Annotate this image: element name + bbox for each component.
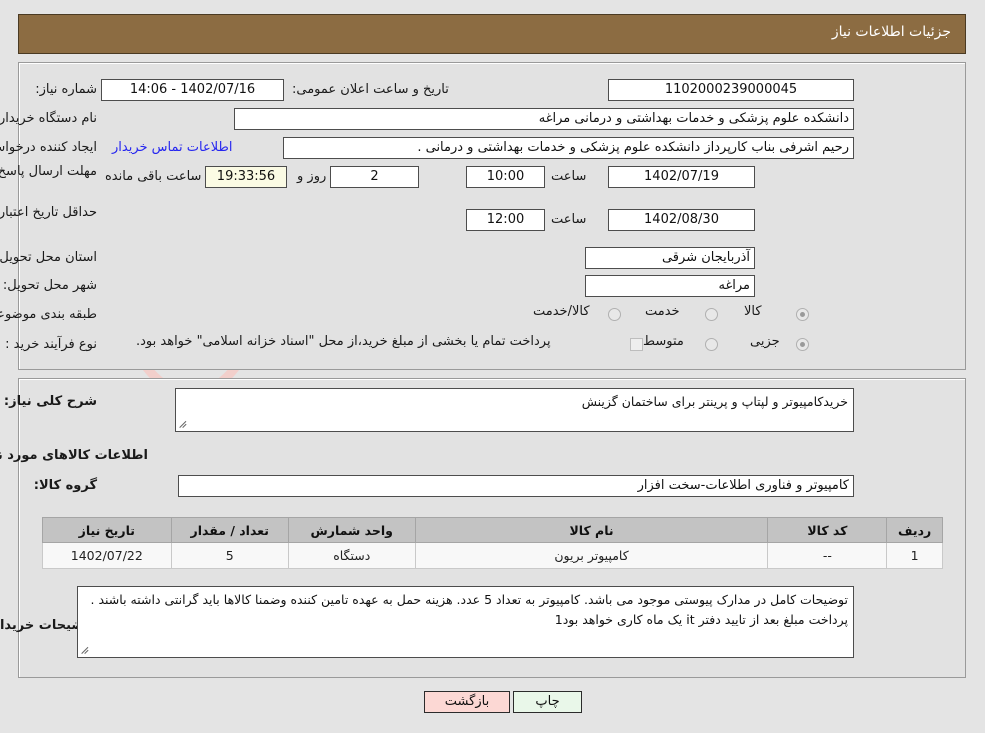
goods-table: ردیف کد کالا نام کالا واحد شمارش تعداد /… (42, 517, 943, 569)
response-deadline-label: مهلت ارسال پاسخ: تا تاریخ: (0, 164, 97, 179)
price-validity-hour-label: ساعت (551, 212, 587, 227)
buyer-org-label: نام دستگاه خریدار: (0, 111, 97, 126)
col-header-nam-kala: نام کالا (414, 517, 769, 543)
cell-tarikh: 1402/07/22 (42, 542, 172, 569)
remaining-time-suffix-label: ساعت باقی مانده (105, 169, 202, 184)
radio-process-motevaset[interactable] (705, 338, 718, 351)
price-validity-label: حداقل تاریخ اعتبار قیمت: تا تاریخ: (0, 205, 97, 220)
buyer-notes-resize-grip[interactable] (81, 645, 91, 655)
col-header-vahed: واحد شمارش (287, 517, 416, 543)
requester-value: رحیم اشرفی بناب کارپرداز دانشکده علوم پز… (283, 137, 854, 159)
remaining-time-timer: 19:33:56 (205, 166, 287, 188)
city-value: مراغه (585, 275, 755, 297)
cell-kod-kala: -- (767, 542, 888, 569)
radio-category-khedmat-label: خدمت (645, 304, 680, 319)
goods-info-title: اطلاعات کالاهای مورد نیاز (0, 448, 148, 463)
announce-datetime-label: تاریخ و ساعت اعلان عمومی: (292, 82, 449, 97)
radio-category-kala-khedmat[interactable] (608, 308, 621, 321)
print-button[interactable]: چاپ (513, 691, 582, 713)
table-row: 1 -- کامپیوتر بریون دستگاه 5 1402/07/22 (42, 542, 943, 569)
page-title: جزئیات اطلاعات نیاز (831, 24, 951, 40)
general-desc-textarea[interactable]: خریدکامپیوتر و لپتاپ و پرینتر برای ساختم… (175, 388, 854, 432)
page-header-bar: جزئیات اطلاعات نیاز (18, 14, 966, 54)
province-value: آذربایجان شرقی (585, 247, 755, 269)
response-deadline-hour-label: ساعت (551, 169, 587, 184)
response-deadline-hour: 10:00 (466, 166, 545, 188)
checkbox-treasury-docs[interactable] (630, 338, 643, 351)
requester-label: ایجاد کننده درخواست: (0, 140, 97, 155)
col-header-kod-kala: کد کالا (767, 517, 888, 543)
col-header-tedad: تعداد / مقدار (170, 517, 289, 543)
table-header-row: ردیف کد کالا نام کالا واحد شمارش تعداد /… (42, 517, 943, 543)
need-number-label: شماره نیاز: (35, 82, 97, 97)
radio-process-jozi[interactable] (796, 338, 809, 351)
radio-category-kala-khedmat-label: کالا/خدمت (533, 304, 590, 319)
remaining-days-value: 2 (330, 166, 419, 188)
general-desc-resize-grip[interactable] (179, 419, 189, 429)
price-validity-date: 1402/08/30 (608, 209, 755, 231)
need-number-value: 1102000239000045 (608, 79, 854, 101)
process-type-label: نوع فرآیند خرید : (5, 337, 97, 352)
page-root: AriaTender.net جزئیات اطلاعات نیاز شماره… (0, 0, 985, 733)
goods-group-value: کامپیوتر و فناوری اطلاعات-سخت افزار (178, 475, 854, 497)
cell-tedad: 5 (170, 542, 289, 569)
buyer-contact-link[interactable]: اطلاعات تماس خریدار (112, 140, 232, 155)
city-label: شهر محل تحویل: (2, 278, 97, 293)
cell-radif: 1 (886, 542, 943, 569)
back-button[interactable]: بازگشت (424, 691, 510, 713)
goods-group-label: گروه کالا: (33, 478, 97, 493)
province-label: استان محل تحویل: (0, 250, 97, 265)
announce-datetime-value: 1402/07/16 - 14:06 (101, 79, 284, 101)
cell-nam-kala: کامپیوتر بریون (414, 542, 769, 569)
radio-category-kala-label: کالا (744, 304, 762, 319)
buyer-notes-textarea[interactable]: توضیحات کامل در مدارک پیوستی موجود می با… (77, 586, 854, 658)
price-validity-hour: 12:00 (466, 209, 545, 231)
response-deadline-date: 1402/07/19 (608, 166, 755, 188)
col-header-radif: ردیف (886, 517, 943, 543)
radio-process-jozi-label: جزیی (750, 334, 780, 349)
general-desc-label: شرح کلی نیاز: (3, 394, 97, 409)
treasury-note-label: پرداخت تمام یا بخشی از مبلغ خرید،از محل … (136, 334, 551, 349)
radio-process-motevaset-label: متوسط (643, 334, 684, 349)
col-header-tarikh: تاریخ نیاز (42, 517, 172, 543)
radio-category-khedmat[interactable] (705, 308, 718, 321)
category-label: طبقه بندی موضوعی: (0, 307, 97, 322)
buyer-org-value: دانشکده علوم پزشکی و خدمات بهداشتی و درم… (234, 108, 854, 130)
cell-vahed: دستگاه (287, 542, 416, 569)
radio-category-kala[interactable] (796, 308, 809, 321)
remaining-days-label: روز و (297, 169, 327, 184)
